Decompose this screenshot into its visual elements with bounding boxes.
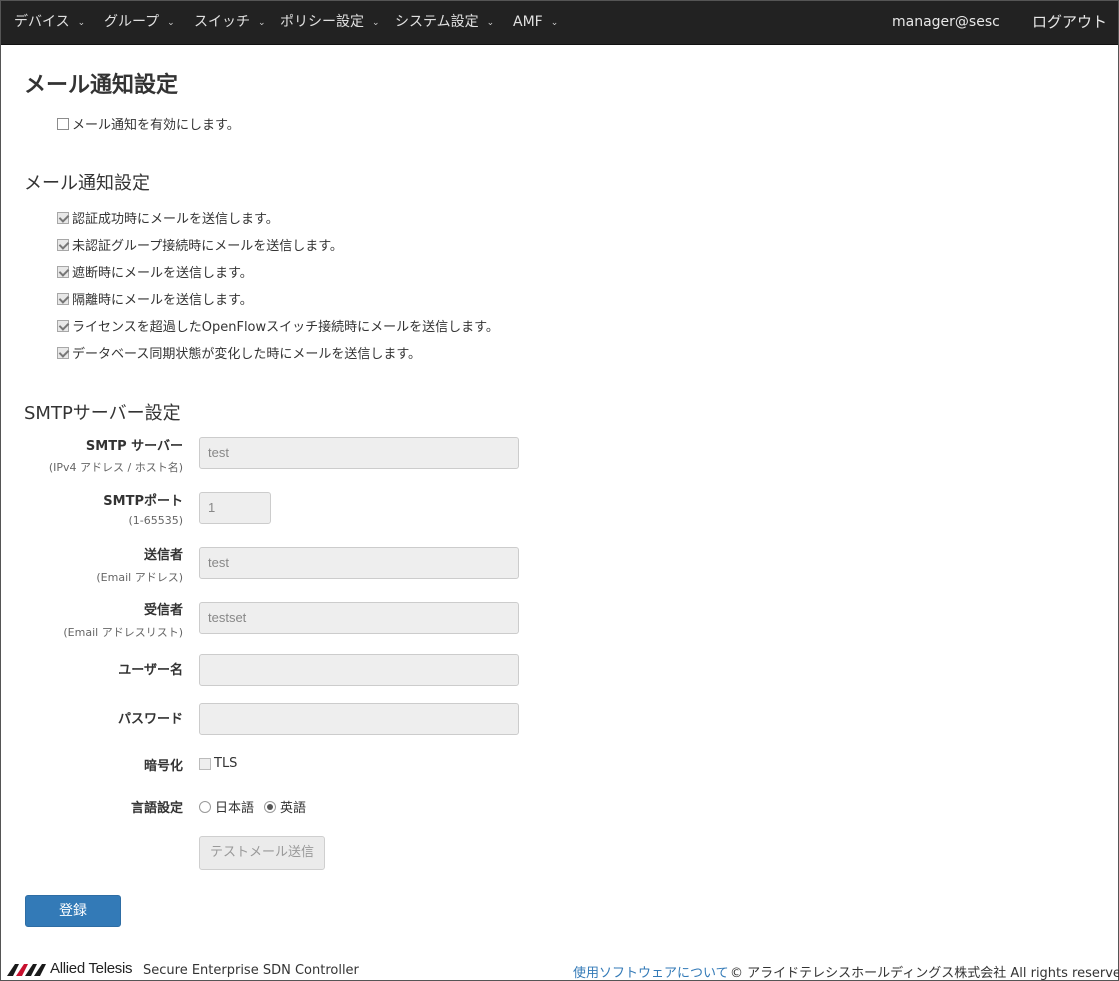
- language-radio-group: 日本語 英語: [199, 797, 306, 816]
- chevron-down-icon: ⌄: [550, 18, 559, 28]
- notify-block-checkbox[interactable]: [57, 265, 69, 278]
- enable-notification-row: メール通知を有効にします。: [57, 114, 240, 133]
- nav-menu-devices[interactable]: デバイス ⌄: [14, 1, 85, 45]
- sender-hint: (Email アドレス): [96, 571, 183, 584]
- password-label: パスワード: [117, 712, 183, 727]
- copyright: © アライドテレシスホールディングス株式会社 All rights reserv…: [730, 966, 1119, 981]
- nav-menu-amf-label: AMF: [513, 14, 543, 30]
- tls-label: TLS: [214, 756, 238, 771]
- nav-menu-policy[interactable]: ポリシー設定 ⌄: [280, 1, 380, 45]
- notify-option-label: データベース同期状態が変化した時にメールを送信します。: [72, 347, 422, 362]
- notify-option-row: 未認証グループ接続時にメールを送信します。: [57, 235, 343, 254]
- password-input[interactable]: [199, 703, 519, 735]
- nav-menu-amf[interactable]: AMF ⌄: [513, 1, 558, 45]
- notify-option-label: ライセンスを超過したOpenFlowスイッチ接続時にメールを送信します。: [72, 320, 499, 335]
- recipient-label: 受信者: [143, 603, 183, 618]
- sender-label: 送信者: [143, 548, 183, 563]
- encryption-label: 暗号化: [143, 759, 183, 774]
- recipient-input[interactable]: testset: [199, 602, 519, 634]
- smtp-port-hint: (1-65535): [128, 514, 183, 527]
- nav-menu-switches-label: スイッチ: [194, 14, 250, 30]
- notify-unauth-group-checkbox[interactable]: [57, 238, 69, 251]
- smtp-port-input[interactable]: 1: [199, 492, 271, 524]
- allied-telesis-logo: Allied Telesis: [7, 960, 133, 977]
- language-english-radio[interactable]: [264, 800, 277, 813]
- nav-menu-system[interactable]: システム設定 ⌄: [395, 1, 494, 45]
- username-label: ユーザー名: [118, 663, 183, 678]
- chevron-down-icon: ⌄: [486, 18, 495, 28]
- allied-telesis-logo-icon: [7, 963, 46, 976]
- notify-option-row: ライセンスを超過したOpenFlowスイッチ接続時にメールを送信します。: [57, 316, 499, 335]
- notify-option-label: 隔離時にメールを送信します。: [72, 293, 253, 308]
- notify-license-exceeded-checkbox[interactable]: [57, 319, 69, 332]
- notify-auth-success-checkbox[interactable]: [57, 211, 69, 224]
- smtp-server-hint: (IPv4 アドレス / ホスト名): [48, 461, 183, 474]
- smtp-port-label: SMTPポート: [103, 494, 183, 509]
- sender-input[interactable]: test: [199, 547, 519, 579]
- enable-notification-checkbox[interactable]: [57, 117, 69, 130]
- nav-menu-switches[interactable]: スイッチ ⌄: [194, 1, 266, 45]
- smtp-server-input[interactable]: test: [199, 437, 519, 469]
- notify-option-row: データベース同期状態が変化した時にメールを送信します。: [57, 343, 421, 362]
- language-english-label: 英語: [280, 801, 307, 816]
- nav-menu-groups[interactable]: グループ ⌄: [104, 1, 175, 45]
- top-navbar: デバイス ⌄ グループ ⌄ スイッチ ⌄ ポリシー設定 ⌄ システム設定 ⌄ AMF ⌄ m…: [1, 1, 1118, 45]
- chevron-down-icon: ⌄: [77, 18, 86, 28]
- footer: Allied Telesis Secure Enterprise SDN Con…: [1, 956, 1119, 981]
- smtp-section-heading: SMTPサーバー設定: [24, 403, 181, 424]
- notify-quarantine-checkbox[interactable]: [57, 292, 69, 305]
- tls-checkbox[interactable]: [199, 757, 211, 770]
- current-user: manager@sesc: [892, 14, 1000, 30]
- chevron-down-icon: ⌄: [372, 18, 380, 28]
- logout-link[interactable]: ログアウト: [1032, 1, 1107, 45]
- language-japanese-radio[interactable]: [199, 800, 211, 813]
- recipient-hint: (Email アドレスリスト): [63, 626, 183, 639]
- notify-option-row: 遮断時にメールを送信します。: [57, 262, 253, 281]
- enable-notification-label: メール通知を有効にします。: [72, 118, 240, 133]
- notify-option-row: 認証成功時にメールを送信します。: [57, 208, 279, 227]
- notify-option-row: 隔離時にメールを送信します。: [57, 289, 253, 308]
- notify-option-label: 未認証グループ接続時にメールを送信します。: [72, 239, 343, 254]
- register-button[interactable]: 登録: [25, 895, 121, 927]
- page-title: メール通知設定: [24, 73, 179, 98]
- username-input[interactable]: [199, 654, 519, 686]
- language-label: 言語設定: [130, 801, 183, 816]
- nav-menu-policy-label: ポリシー設定: [280, 14, 364, 30]
- notify-section-heading: メール通知設定: [24, 173, 150, 194]
- tls-row: TLS: [199, 756, 237, 771]
- notify-option-label: 認証成功時にメールを送信します。: [72, 212, 279, 227]
- nav-menu-devices-label: デバイス: [14, 14, 70, 30]
- notify-db-sync-checkbox[interactable]: [57, 346, 69, 359]
- chevron-down-icon: ⌄: [258, 18, 266, 28]
- nav-menu-system-label: システム設定: [395, 14, 479, 30]
- language-japanese-label: 日本語: [215, 801, 255, 816]
- product-name: Secure Enterprise SDN Controller: [143, 963, 359, 978]
- nav-menu-groups-label: グループ: [104, 14, 160, 30]
- chevron-down-icon: ⌄: [167, 18, 175, 28]
- software-info-link[interactable]: 使用ソフトウェアについて: [573, 962, 729, 981]
- notify-option-label: 遮断時にメールを送信します。: [72, 266, 253, 281]
- logo-text: Allied Telesis: [50, 960, 133, 977]
- smtp-server-label: SMTP サーバー: [85, 439, 183, 454]
- send-test-mail-button[interactable]: テストメール送信: [199, 836, 325, 870]
